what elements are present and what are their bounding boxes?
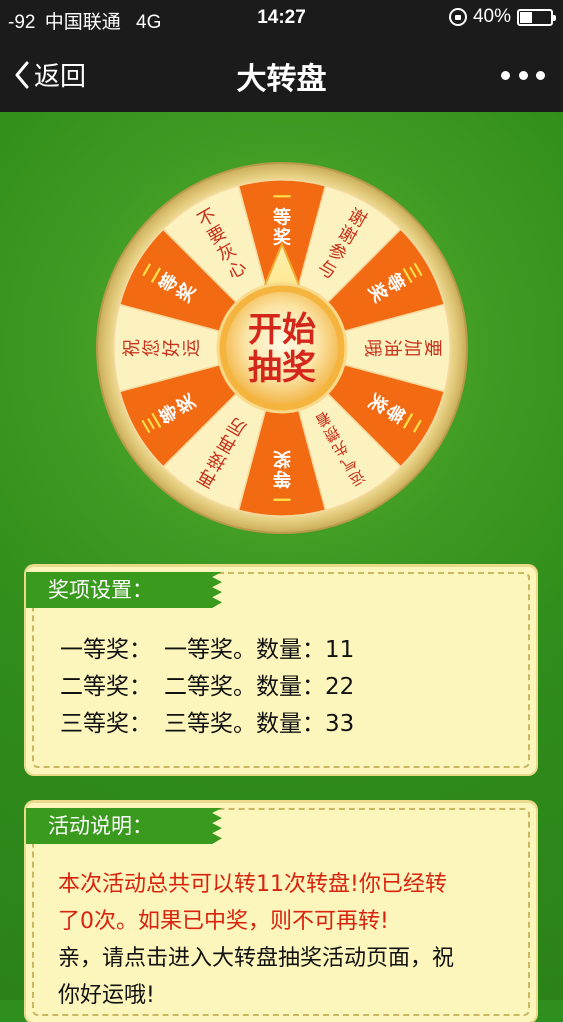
wheel-graphic: 一等奖谢谢参与 三等奖要加油哦二等奖运气先攒着一等奖再接再厉三等奖祝您好运二等奖不…: [96, 162, 468, 534]
rotation-lock-icon: [448, 8, 467, 26]
wheel-label-char: 一: [273, 188, 291, 209]
prize-list: 一等奖： 一等奖。数量：11 二等奖： 二等奖。数量：22 三等奖： 三等奖。数量：3…: [60, 632, 354, 743]
chevron-left-icon: [15, 61, 29, 88]
prize-row: 三等奖： 三等奖。数量：33: [60, 706, 354, 743]
start-label-line2[interactable]: 抽奖: [248, 348, 316, 388]
prize-name: 一等奖：: [60, 637, 152, 663]
back-button[interactable]: 返回: [14, 56, 86, 93]
wheel-label-char: 加: [402, 339, 423, 357]
prize-detail: 三等奖。数量：33: [164, 711, 355, 737]
battery-icon: [517, 8, 556, 26]
wheel-label-char: 等: [273, 207, 291, 229]
prize-settings-card: 奖项设置： 一等奖： 一等奖。数量：11 二等奖： 二等奖。数量：22 三等奖： 三等…: [26, 566, 536, 774]
status-bar: -92 中国联通 4G 14:27 40%: [0, 0, 563, 38]
prize-detail: 一等奖。数量：11: [164, 637, 355, 663]
rules-line: 本次活动总共可以转11次转盘!你已经转: [58, 872, 447, 897]
prize-row: 一等奖： 一等奖。数量：11: [60, 632, 354, 669]
prize-detail: 二等奖。数量：22: [164, 674, 355, 700]
prize-name: 三等奖：: [60, 711, 152, 737]
rules-line: 了0次。如果已中奖，则不可再转!: [58, 909, 389, 934]
prize-name: 二等奖：: [60, 674, 152, 700]
start-label-line1[interactable]: 开始: [248, 310, 316, 350]
battery-percent: 40%: [472, 6, 511, 27]
wheel-segment-label: 一等奖: [273, 188, 292, 249]
wheel-label-char: 好: [162, 339, 183, 357]
wheel-label-char: 哦: [362, 339, 383, 357]
prize-row: 二等奖： 二等奖。数量：22: [60, 669, 354, 706]
wheel-label-char: 奖: [272, 448, 291, 470]
nav-bar: 返回 大转盘: [0, 38, 563, 112]
wheel-label-char: 一: [273, 488, 291, 509]
rules-title: 活动说明：: [26, 808, 222, 844]
wheel-label-char: 运: [182, 339, 203, 357]
wheel-segment-label: 要加油哦: [362, 339, 443, 357]
wheel-segment-label: 一等奖: [272, 448, 291, 509]
wheel-label-char: 祝: [122, 339, 143, 357]
wheel-label-char: 等: [273, 468, 291, 490]
rules-line: 你好运哦!: [58, 983, 155, 1008]
prize-settings-title: 奖项设置：: [26, 572, 222, 608]
wheel-label-char: 要: [422, 339, 443, 357]
rules-line: 亲，请点击进入大转盘抽奖活动页面，祝: [58, 946, 455, 971]
prize-wheel[interactable]: 一等奖谢谢参与三等奖要加油哦二等奖运气先攒着一等奖再接再厉三等奖祝您好运二等奖不…: [96, 162, 468, 534]
status-right: 40%: [448, 6, 556, 28]
back-label: 返回: [34, 62, 87, 92]
rules-card: 活动说明： 本次活动总共可以转11次转盘!你已经转 了0次。如果已中奖，则不可再…: [26, 802, 536, 1022]
rules-text: 本次活动总共可以转11次转盘!你已经转 了0次。如果已中奖，则不可再转! 亲，请…: [58, 866, 506, 1014]
wheel-label-char: 油: [382, 339, 403, 357]
wheel-label-char: 您: [142, 339, 163, 357]
wheel-segment-label: 祝您好运: [122, 339, 203, 357]
more-dots-icon[interactable]: [501, 62, 545, 88]
